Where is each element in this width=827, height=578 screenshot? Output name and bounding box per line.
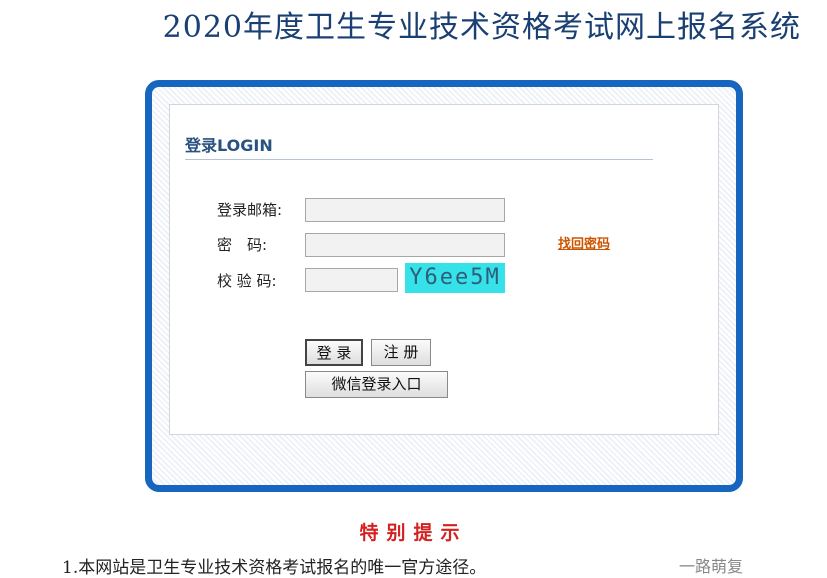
- email-input[interactable]: [305, 198, 505, 222]
- notice-line-1: 1.本网站是卫生专业技术资格考试报名的唯一官方途径。: [62, 558, 487, 578]
- login-heading: 登录LOGIN: [185, 136, 273, 155]
- wechat-login-button[interactable]: 微信登录入口: [305, 371, 448, 398]
- heading-divider: [185, 159, 653, 160]
- email-label: 登录邮箱:: [217, 201, 283, 219]
- watermark: 一路萌复: [679, 557, 744, 576]
- login-button[interactable]: 登 录: [305, 339, 363, 366]
- captcha-image[interactable]: Y6ee5M: [405, 263, 505, 293]
- notice-title: 特别提示: [359, 522, 468, 544]
- login-frame: 登录LOGIN 登录邮箱: 密 码: 找回密码 校 验 码: Y6ee5M 登 …: [145, 80, 743, 492]
- page-title: 2020年度卫生专业技术资格考试网上报名系统: [162, 10, 801, 45]
- login-panel: 登录LOGIN 登录邮箱: 密 码: 找回密码 校 验 码: Y6ee5M 登 …: [169, 104, 719, 435]
- captcha-label: 校 验 码:: [217, 272, 277, 290]
- captcha-input[interactable]: [305, 268, 398, 292]
- password-input[interactable]: [305, 233, 505, 257]
- password-label: 密 码:: [217, 236, 268, 254]
- forgot-password-link[interactable]: 找回密码: [558, 233, 610, 252]
- register-button[interactable]: 注 册: [371, 339, 431, 366]
